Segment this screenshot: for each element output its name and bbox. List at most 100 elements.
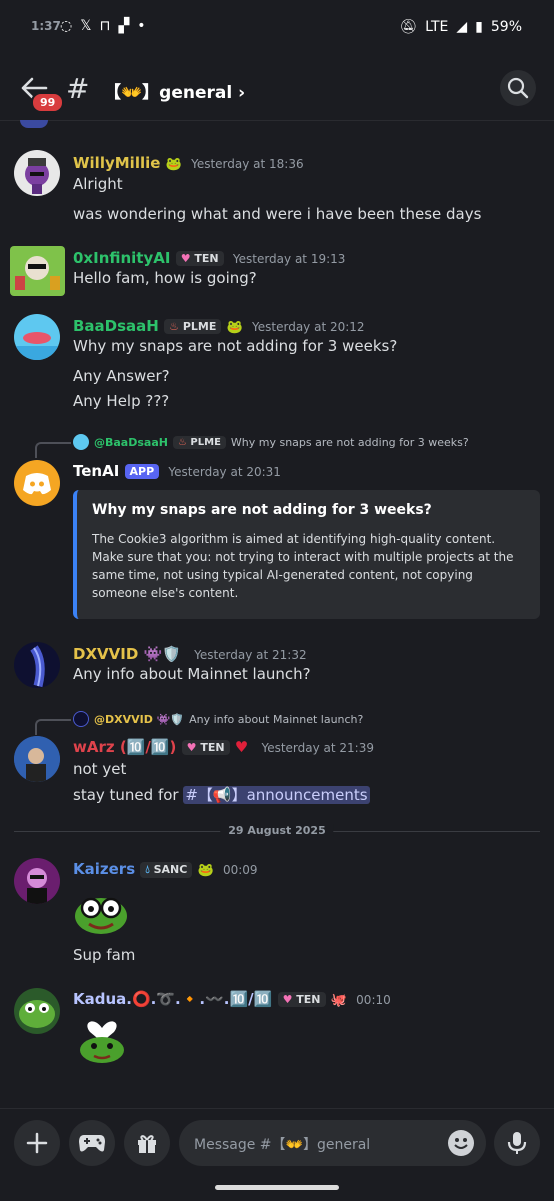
red-heart-icon: ♥ (234, 738, 249, 756)
network-label: LTE (425, 19, 449, 35)
plus-icon (26, 1132, 48, 1154)
timestamp: Yesterday at 21:32 (194, 648, 307, 662)
channel-header: 99 # 【👐】general › (0, 58, 554, 121)
message-text: not yet (73, 760, 127, 778)
app-icon: ⊓ (99, 18, 111, 34)
pepe-nerd-emoji[interactable] (73, 888, 129, 936)
add-button[interactable] (14, 1120, 60, 1166)
timestamp: Yesterday at 18:36 (191, 157, 304, 171)
reply-connector (35, 442, 71, 458)
battery-icon: ▮ (475, 19, 483, 35)
frog-badge-icon: 🐸 (226, 320, 243, 335)
date-label: 29 August 2025 (220, 824, 334, 837)
battery-level: 59% (490, 19, 522, 35)
message-text: Why my snaps are not adding for 3 weeks? (73, 337, 398, 355)
status-time: 1:37 (31, 19, 61, 33)
app-tag: APP (124, 464, 160, 479)
emoji-button[interactable] (448, 1130, 474, 1156)
previous-message-partial (20, 120, 48, 128)
voice-button[interactable] (494, 1120, 540, 1166)
home-indicator[interactable] (215, 1185, 339, 1190)
heart-icon: ♥ (282, 993, 293, 1006)
timestamp: Yesterday at 20:12 (252, 320, 365, 334)
reply-username: @BaaDsaaH (94, 435, 168, 449)
username[interactable]: wArz (🔟/🔟) (73, 738, 176, 756)
unread-badge: 99 (31, 92, 65, 113)
avatar[interactable] (10, 246, 65, 296)
username[interactable]: Kaizers (73, 860, 135, 878)
heart-icon: ♥ (180, 252, 191, 265)
reply-preview[interactable]: @BaaDsaaH ♨ PLME Why my snaps are not ad… (73, 434, 469, 450)
timestamp: Yesterday at 21:39 (261, 741, 374, 755)
reply-preview[interactable]: @DXVVID 👾🛡️ Any info about Mainnet launc… (73, 711, 363, 727)
frog-badge-icon: 🐸 (197, 863, 214, 878)
reply-username: @DXVVID 👾🛡️ (94, 712, 185, 726)
search-button[interactable] (500, 70, 536, 106)
server-tag: ♨ PLME (164, 319, 222, 334)
pepe-heart-emoji[interactable] (76, 1012, 128, 1064)
timestamp: 00:10 (356, 993, 391, 1007)
timestamp: Yesterday at 20:31 (168, 465, 281, 479)
gift-button[interactable] (124, 1120, 170, 1166)
reply-avatar (73, 434, 89, 450)
message-text: stay tuned for (73, 786, 179, 804)
username[interactable]: BaaDsaaH (73, 317, 159, 335)
microphone-icon (507, 1132, 527, 1154)
message-text: Any Answer? (73, 367, 170, 385)
x-icon: 𝕏 (80, 18, 92, 34)
server-tag: 💧︎ SANC (140, 861, 193, 878)
whatsapp-icon: ◌ (60, 18, 73, 34)
username[interactable]: 0xInfinityAI (73, 249, 170, 267)
username[interactable]: DXVVID 👾🛡️ (73, 645, 181, 663)
fire-icon: ♨ (177, 436, 187, 448)
reply-text: Why my snaps are not adding for 3 weeks? (230, 435, 469, 449)
avatar[interactable] (14, 460, 60, 506)
frog-badge-icon: 🐸 (165, 157, 182, 172)
message-text: Any info about Mainnet launch? (73, 665, 311, 683)
mute-icon: 🔕︎ (399, 19, 418, 35)
channel-title[interactable]: 【👐】general › (104, 78, 245, 103)
message-input[interactable]: Message #【👐】general (179, 1120, 486, 1166)
channel-mention[interactable]: #【📢】announcements (183, 786, 370, 804)
username[interactable]: Kadua.⭕.➰.🔸.〰️.🔟/🔟 (73, 990, 272, 1008)
reply-connector (35, 719, 71, 735)
server-tag: ♥ TEN (181, 740, 230, 755)
embed-title: Why my snaps are not adding for 3 weeks? (92, 502, 432, 518)
emoji-badge-icon: 🐙 (330, 993, 347, 1008)
username[interactable]: WillyMillie (73, 154, 160, 172)
fire-icon: ♨ (169, 320, 179, 333)
server-tag: ♥ TEN (175, 251, 224, 266)
signal-icon: ◢ (456, 19, 468, 35)
avatar[interactable] (14, 858, 60, 904)
message-text: Alright (73, 175, 123, 193)
embed-body: The Cookie3 algorithm is aimed at identi… (92, 532, 514, 600)
smiley-icon (454, 1138, 468, 1149)
channel-hash-icon: # (66, 72, 90, 105)
reply-avatar (73, 711, 89, 727)
signal-bars-icon: ▞ (118, 18, 130, 34)
server-tag: ♨ PLME (172, 435, 226, 449)
message-text: was wondering what and were i have been … (73, 205, 482, 223)
timestamp: Yesterday at 19:13 (232, 252, 346, 266)
avatar[interactable] (14, 642, 60, 688)
bot-embed: Why my snaps are not adding for 3 weeks?… (73, 490, 540, 619)
avatar[interactable] (14, 736, 60, 782)
gift-icon (138, 1135, 156, 1153)
avatar[interactable] (14, 988, 60, 1034)
search-icon (507, 77, 529, 99)
server-tag: ♥ TEN (277, 992, 326, 1007)
username[interactable]: TenAI (73, 462, 119, 480)
dot-icon: • (137, 18, 146, 34)
avatar[interactable] (14, 314, 60, 360)
message-placeholder: Message #【👐】general (194, 1137, 371, 1153)
date-divider: 29 August 2025 (14, 824, 540, 838)
heart-icon: ♥ (186, 741, 197, 754)
message-text: Hello fam, how is going? (73, 269, 257, 287)
activities-button[interactable] (69, 1120, 115, 1166)
avatar[interactable] (14, 150, 60, 196)
gamepad-icon (79, 1135, 105, 1152)
timestamp: 00:09 (222, 863, 258, 877)
message-text: Any Help ??? (73, 392, 170, 410)
message-text: Sup fam (73, 946, 136, 964)
status-bar: 1:37 ◌ 𝕏 ⊓ ▞ • 🔕︎ LTE ◢ ▮ 59% (0, 0, 554, 58)
